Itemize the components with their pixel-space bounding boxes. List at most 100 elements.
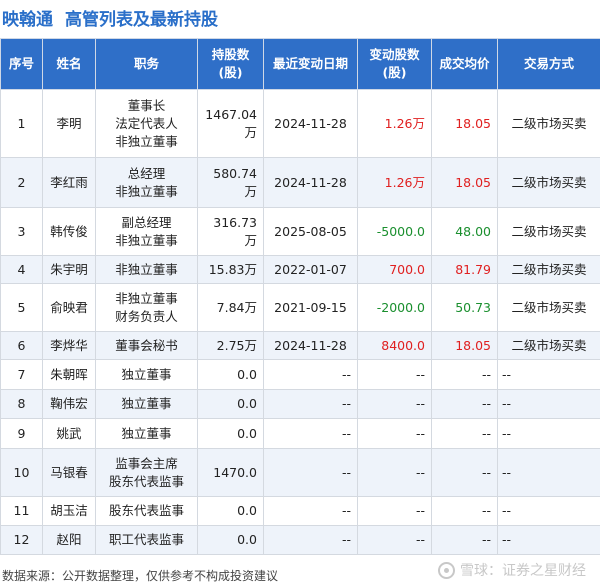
col-header-method: 交易方式: [497, 38, 600, 90]
method-cell: --: [497, 389, 600, 419]
price-cell: --: [431, 448, 498, 497]
role-cell: 独立董事: [95, 389, 198, 419]
table-row: 8 鞠伟宏 独立董事 0.0 -- -- -- --: [0, 389, 600, 419]
date-cell: 2024-11-28: [263, 157, 358, 208]
price-cell: --: [431, 418, 498, 449]
col-header-price: 成交均价: [431, 38, 498, 90]
price-cell: --: [431, 525, 498, 555]
change-cell: 1.26万: [357, 89, 432, 158]
method-cell: --: [497, 525, 600, 555]
role-cell: 董事长 法定代表人 非独立董事: [95, 89, 198, 158]
col-header-no: 序号: [0, 38, 43, 90]
change-cell: --: [357, 418, 432, 449]
col-header-name: 姓名: [42, 38, 96, 90]
shares-cell: 1470.0: [197, 448, 264, 497]
no-cell: 5: [0, 283, 43, 332]
col-header-role: 职务: [95, 38, 198, 90]
date-cell: --: [263, 525, 358, 555]
price-cell: 18.05: [431, 157, 498, 208]
date-cell: --: [263, 418, 358, 449]
shares-cell: 316.73万: [197, 207, 264, 256]
table-row: 5 俞映君 非独立董事 财务负责人 7.84万 2021-09-15 -2000.0 50.7…: [0, 283, 600, 332]
method-cell: 二级市场买卖: [497, 331, 600, 360]
method-cell: --: [497, 496, 600, 526]
snowball-logo-icon: [438, 561, 455, 579]
shares-cell: 2.75万: [197, 331, 264, 360]
change-cell: --: [357, 448, 432, 497]
table-row: 9 姚武 独立董事 0.0 -- -- -- --: [0, 418, 600, 449]
table-row: 4 朱宇明 非独立董事 15.83万 2022-01-07 700.0 81.79 二级市场买…: [0, 255, 600, 284]
change-cell: 1.26万: [357, 157, 432, 208]
no-cell: 11: [0, 496, 43, 526]
shares-cell: 0.0: [197, 418, 264, 449]
method-cell: 二级市场买卖: [497, 207, 600, 256]
date-cell: --: [263, 359, 358, 390]
col-header-date: 最近变动日期: [263, 38, 358, 90]
role-cell: 非独立董事 财务负责人: [95, 283, 198, 332]
name-cell: 马银春: [42, 448, 96, 497]
table-row: 12 赵阳 职工代表监事 0.0 -- -- -- --: [0, 525, 600, 555]
shares-cell: 1467.04万: [197, 89, 264, 158]
change-cell: --: [357, 525, 432, 555]
change-cell: -2000.0: [357, 283, 432, 332]
name-cell: 朱朝晖: [42, 359, 96, 390]
no-cell: 8: [0, 389, 43, 419]
role-cell: 股东代表监事: [95, 496, 198, 526]
shares-cell: 580.74万: [197, 157, 264, 208]
name-cell: 姚武: [42, 418, 96, 449]
method-cell: 二级市场买卖: [497, 255, 600, 284]
name-cell: 俞映君: [42, 283, 96, 332]
shares-cell: 0.0: [197, 525, 264, 555]
date-cell: 2021-09-15: [263, 283, 358, 332]
shares-cell: 15.83万: [197, 255, 264, 284]
method-cell: --: [497, 448, 600, 497]
price-cell: --: [431, 359, 498, 390]
table-header-row: 序号 姓名 职务 持股数 (股) 最近变动日期 变动股数 (股) 成交均价 交易方式: [0, 38, 600, 90]
role-cell: 监事会主席 股东代表监事: [95, 448, 198, 497]
watermark-text: 雪球：证券之星财经: [460, 563, 586, 579]
table-row: 2 李红雨 总经理 非独立董事 580.74万 2024-11-28 1.26万 18.05 二…: [0, 157, 600, 208]
title-bar: 映翰通 高管列表及最新持股: [0, 0, 600, 34]
name-cell: 鞠伟宏: [42, 389, 96, 419]
no-cell: 12: [0, 525, 43, 555]
name-cell: 李烨华: [42, 331, 96, 360]
role-cell: 董事会秘书: [95, 331, 198, 360]
table-row: 1 李明 董事长 法定代表人 非独立董事 1467.04万 2024-11-28 1.26万 1…: [0, 89, 600, 158]
table-row: 7 朱朝晖 独立董事 0.0 -- -- -- --: [0, 359, 600, 390]
no-cell: 9: [0, 418, 43, 449]
executives-table: 序号 姓名 职务 持股数 (股) 最近变动日期 变动股数 (股) 成交均价 交易方式…: [0, 38, 600, 555]
date-cell: 2024-11-28: [263, 89, 358, 158]
no-cell: 3: [0, 207, 43, 256]
name-cell: 赵阳: [42, 525, 96, 555]
change-cell: --: [357, 496, 432, 526]
shares-cell: 0.0: [197, 389, 264, 419]
method-cell: --: [497, 418, 600, 449]
change-cell: -5000.0: [357, 207, 432, 256]
date-cell: --: [263, 389, 358, 419]
price-cell: --: [431, 496, 498, 526]
shares-cell: 7.84万: [197, 283, 264, 332]
no-cell: 10: [0, 448, 43, 497]
company-name: 映翰通: [2, 9, 53, 30]
date-cell: --: [263, 448, 358, 497]
role-cell: 独立董事: [95, 418, 198, 449]
role-cell: 副总经理 非独立董事: [95, 207, 198, 256]
date-cell: 2022-01-07: [263, 255, 358, 284]
price-cell: 48.00: [431, 207, 498, 256]
date-cell: 2025-08-05: [263, 207, 358, 256]
price-cell: 81.79: [431, 255, 498, 284]
no-cell: 1: [0, 89, 43, 158]
change-cell: --: [357, 359, 432, 390]
role-cell: 非独立董事: [95, 255, 198, 284]
col-header-shares: 持股数 (股): [197, 38, 264, 90]
name-cell: 胡玉洁: [42, 496, 96, 526]
no-cell: 4: [0, 255, 43, 284]
page-title: 高管列表及最新持股: [65, 9, 218, 30]
col-header-change: 变动股数 (股): [357, 38, 432, 90]
no-cell: 6: [0, 331, 43, 360]
price-cell: 50.73: [431, 283, 498, 332]
table-row: 3 韩传俊 副总经理 非独立董事 316.73万 2025-08-05 -5000.0 48.…: [0, 207, 600, 256]
price-cell: 18.05: [431, 89, 498, 158]
shares-cell: 0.0: [197, 496, 264, 526]
date-cell: 2024-11-28: [263, 331, 358, 360]
